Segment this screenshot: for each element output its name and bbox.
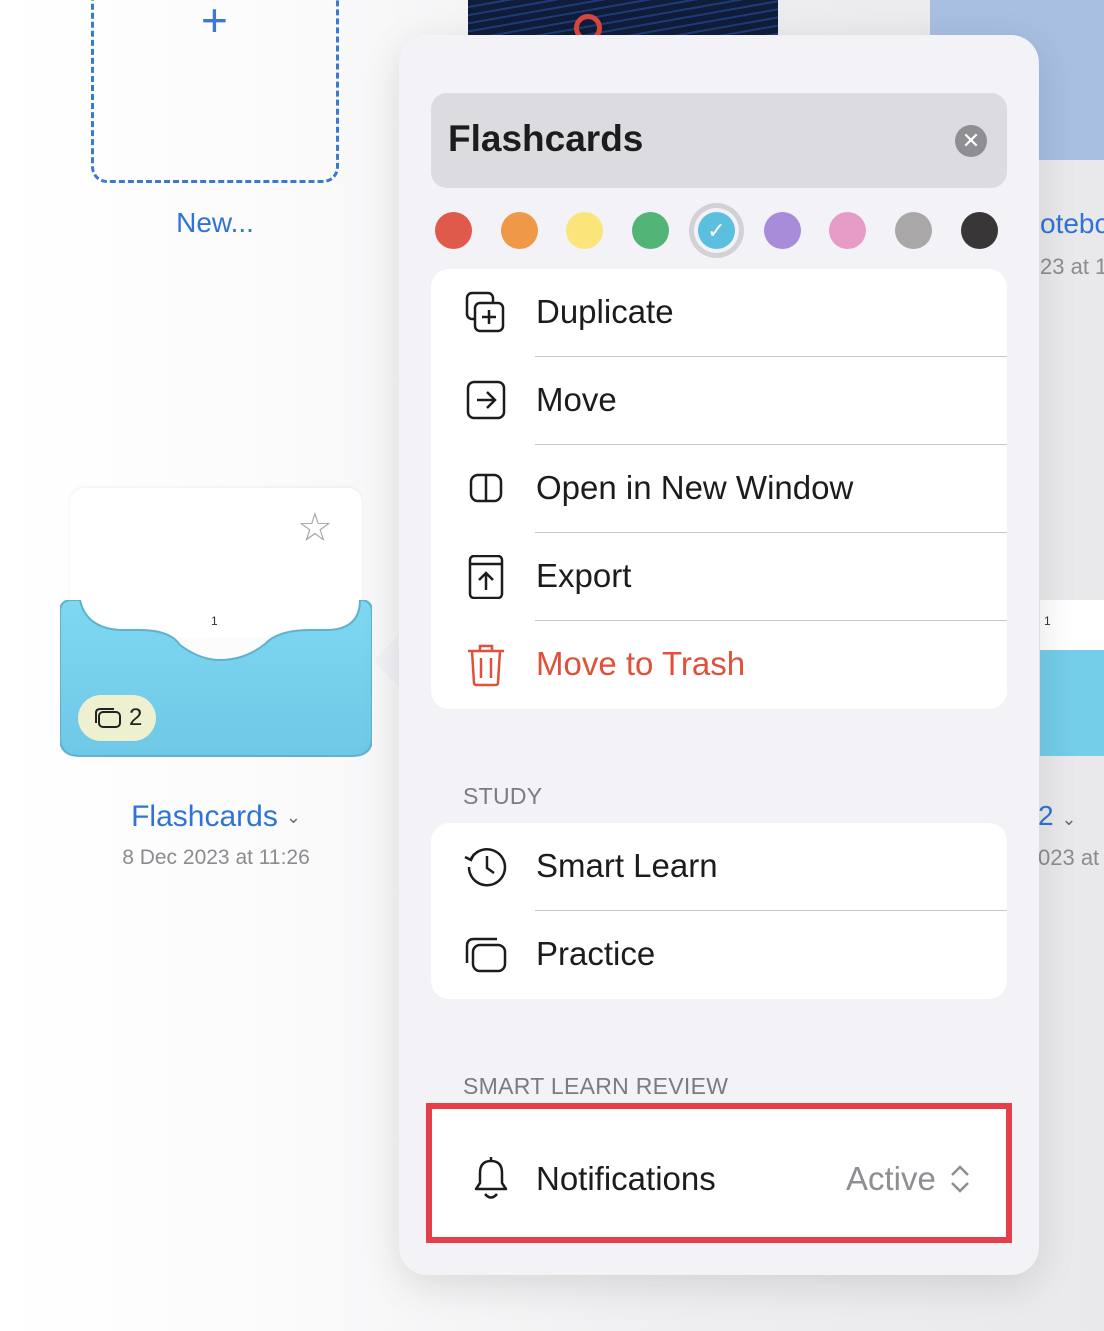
move-icon [466,380,506,420]
card-count-badge: 2 [78,695,156,741]
card-count: 2 [129,704,143,731]
export-icon [468,555,504,599]
new-notebook-label[interactable]: New... [120,207,310,239]
cards-icon [465,937,507,973]
cards-icon [95,708,121,728]
study-section-header: STUDY [463,783,543,809]
practice-row[interactable]: Practice [431,911,1007,999]
color-swatch[interactable] [500,212,538,249]
notebook-date-fragment: 23 at 1 [1040,254,1104,279]
checkmark-icon: ✓ [707,218,726,243]
color-swatch[interactable] [829,212,867,249]
color-swatch[interactable]: ✓ [697,212,735,249]
notifications-label: Notifications [536,1160,716,1197]
plus-icon: + [201,0,228,46]
notebook-title-fragment-2[interactable]: 2 ⌄ [1038,800,1076,832]
move-row[interactable]: Move [431,357,1007,445]
flashcards-title[interactable]: Flashcards ⌄ [60,800,372,834]
page-number: 1 [1044,614,1051,628]
export-row[interactable]: Export [431,533,1007,621]
chevron-up-down-icon[interactable] [949,1164,971,1194]
context-menu-popover: Flashcards ✕ ✓ Duplicate Move Open in Ne… [399,35,1039,1275]
open-new-window-row[interactable]: Open in New Window [431,445,1007,533]
smart-learn-label: Smart Learn [536,847,718,884]
study-group: Smart Learn Practice [431,823,1007,999]
smart-learn-review-header: SMART LEARN REVIEW [463,1073,729,1099]
move-label: Move [536,381,617,418]
duplicate-icon [465,291,505,333]
color-swatch[interactable] [566,212,604,249]
notifications-value[interactable]: Active [846,1160,936,1198]
color-swatch[interactable] [435,212,472,249]
smart-learn-row[interactable]: Smart Learn [431,823,1007,911]
split-window-icon [469,473,503,503]
color-swatch[interactable] [960,212,998,249]
notebook-name-value[interactable]: Flashcards [448,118,643,160]
flashcards-date: 8 Dec 2023 at 11:26 [122,846,310,869]
notifications-row[interactable]: Notifications Active [426,1103,1012,1243]
duplicate-label: Duplicate [536,293,674,330]
right-folder-thumbnail[interactable]: 1 [1040,600,1104,756]
flashcards-folder-thumbnail[interactable]: ☆ 1 2 [60,488,372,758]
bell-icon [474,1157,508,1199]
notebook-date-fragment-2: 023 at 1 [1038,845,1104,870]
popover-arrow [374,633,400,689]
notebook-name-field[interactable]: Flashcards ✕ [431,93,1007,188]
duplicate-row[interactable]: Duplicate [431,269,1007,357]
notebook-title-fragment[interactable]: otebo [1040,208,1104,240]
notebook-cover-dark[interactable] [468,0,778,42]
open-new-window-label: Open in New Window [536,469,854,506]
clear-text-icon[interactable]: ✕ [955,125,987,157]
color-swatch[interactable] [632,212,670,249]
export-label: Export [536,557,632,594]
move-to-trash-label: Move to Trash [536,645,746,682]
new-notebook-tile[interactable]: + [91,0,339,183]
color-swatch[interactable] [894,212,932,249]
star-icon[interactable]: ☆ [297,508,333,548]
actions-group: Duplicate Move Open in New Window Export… [431,269,1007,709]
color-picker: ✓ [435,210,1045,254]
chevron-down-icon[interactable]: ⌄ [286,807,301,827]
color-swatch[interactable] [763,212,801,249]
practice-label: Practice [536,935,656,972]
history-clock-icon [464,848,507,887]
trash-icon [468,644,504,687]
move-to-trash-row[interactable]: Move to Trash [431,621,1007,709]
